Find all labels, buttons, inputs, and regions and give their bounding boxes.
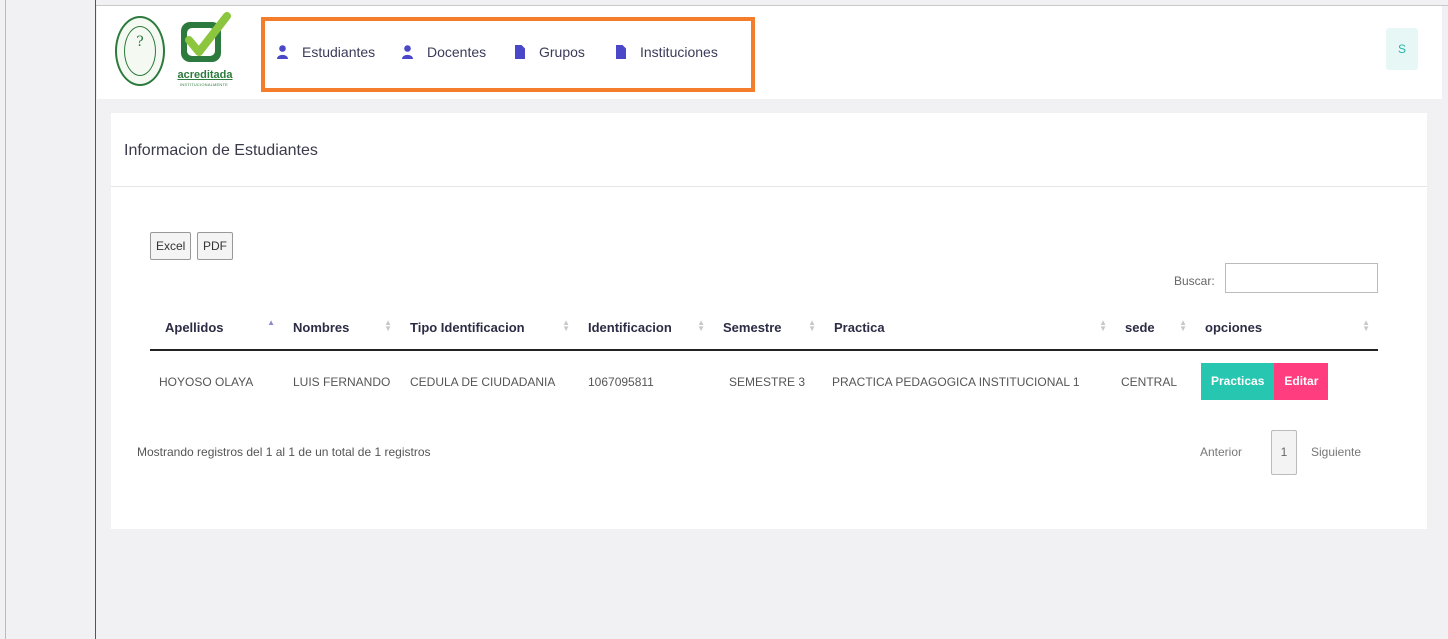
- nav-item-estudiantes[interactable]: Estudiantes: [277, 42, 375, 62]
- search-input[interactable]: [1225, 263, 1378, 293]
- column-header-label: sede: [1125, 320, 1155, 335]
- cell-apellidos: HOYOSO OLAYA: [159, 374, 254, 389]
- column-header-label: Semestre: [723, 320, 782, 335]
- cell-identificacion: 1067095811: [588, 374, 654, 389]
- cell-opciones: Practicas Editar: [1195, 350, 1378, 412]
- sort-icon: ▲ ▼: [1362, 318, 1370, 333]
- logo-word: acreditada: [177, 69, 233, 81]
- excel-export-button[interactable]: Excel: [150, 232, 192, 260]
- nav-item-label: Grupos: [539, 44, 585, 60]
- column-header-opciones[interactable]: opciones ▲ ▼: [1195, 306, 1378, 351]
- nav-item-instituciones[interactable]: Instituciones: [616, 42, 718, 62]
- cell-tipo-identificacion: CEDULA DE CIUDADANIA: [410, 374, 556, 389]
- column-header-identificacion[interactable]: Identificacion ▲ ▼: [578, 306, 713, 351]
- logo-area: ? acreditada INSTITUCIONALMENTE: [111, 10, 235, 90]
- sort-icon: ▲ ▼: [1179, 318, 1187, 333]
- table-info: Mostrando registros del 1 al 1 de un tot…: [137, 445, 431, 459]
- nav-item-label: Instituciones: [640, 44, 718, 60]
- column-header-apellidos[interactable]: Apellidos ▲: [150, 306, 283, 351]
- cell-nombres: LUIS FERNANDO: [293, 374, 391, 389]
- column-header-label: Tipo Identificacion: [410, 320, 525, 335]
- nav-item-grupos[interactable]: Grupos: [515, 42, 585, 62]
- sort-icon: ▲ ▼: [562, 318, 570, 333]
- seal-mark: ?: [136, 34, 144, 50]
- pagination-page-1[interactable]: 1: [1271, 430, 1297, 475]
- column-header-nombres[interactable]: Nombres ▲ ▼: [283, 306, 400, 351]
- nav-item-docentes[interactable]: Docentes: [402, 42, 486, 62]
- sort-icon: ▲ ▼: [384, 318, 392, 333]
- file-icon: [616, 45, 626, 59]
- column-header-practica[interactable]: Practica ▲ ▼: [824, 306, 1115, 351]
- students-card: Informacion de Estudiantes Excel PDF Bus…: [111, 113, 1427, 529]
- editar-button[interactable]: Editar: [1274, 363, 1329, 400]
- pagination-previous[interactable]: Anterior: [1200, 445, 1242, 459]
- user-avatar-button[interactable]: S: [1386, 28, 1418, 70]
- nav-item-label: Docentes: [427, 44, 487, 60]
- column-header-sede[interactable]: sede ▲ ▼: [1115, 306, 1195, 351]
- sort-asc-icon: ▲: [267, 318, 275, 327]
- table-header-row: Apellidos ▲ Nombres ▲ ▼ Tipo Identificaci…: [150, 306, 1378, 351]
- cell-sede: CENTRAL: [1121, 374, 1178, 389]
- column-header-label: Nombres: [293, 320, 350, 335]
- university-seal-logo: ?: [115, 16, 165, 86]
- card-header: Informacion de Estudiantes: [111, 113, 1427, 187]
- sort-icon: ▲ ▼: [697, 318, 705, 333]
- column-header-label: opciones: [1205, 320, 1263, 335]
- page-title: Informacion de Estudiantes: [124, 142, 318, 159]
- user-icon: [402, 45, 413, 59]
- practicas-button[interactable]: Practicas: [1201, 363, 1275, 400]
- left-gutter: [0, 0, 96, 639]
- top-navbar: ? acreditada INSTITUCIONALMENTE Estudian…: [97, 6, 1442, 99]
- search-label: Buscar:: [1174, 274, 1215, 288]
- accreditation-check-logo: [181, 12, 231, 62]
- window-edge: [5, 0, 6, 639]
- pagination-next[interactable]: Siguiente: [1311, 445, 1361, 459]
- pdf-export-button[interactable]: PDF: [197, 232, 233, 260]
- sort-icon: ▲ ▼: [808, 318, 816, 333]
- cell-semestre: SEMESTRE 3: [729, 374, 806, 389]
- students-table: Apellidos ▲ Nombres ▲ ▼ Tipo Identificaci…: [150, 306, 1378, 412]
- file-icon: [515, 45, 525, 59]
- table-row: HOYOSO OLAYA LUIS FERNANDO CEDULA DE CIU…: [150, 350, 1378, 412]
- column-header-label: Identificacion: [588, 320, 672, 335]
- column-header-label: Practica: [834, 320, 885, 335]
- logo-subtitle: INSTITUCIONALMENTE: [179, 82, 229, 87]
- column-header-label: Apellidos: [165, 320, 224, 335]
- sort-icon: ▲ ▼: [1099, 318, 1107, 333]
- nav-item-label: Estudiantes: [302, 44, 376, 60]
- column-header-semestre[interactable]: Semestre ▲ ▼: [713, 306, 824, 351]
- column-header-tipo-identificacion[interactable]: Tipo Identificacion ▲ ▼: [400, 306, 578, 351]
- cell-practica: PRACTICA PEDAGOGICA INSTITUCIONAL 1: [832, 374, 1080, 389]
- user-icon: [277, 45, 288, 59]
